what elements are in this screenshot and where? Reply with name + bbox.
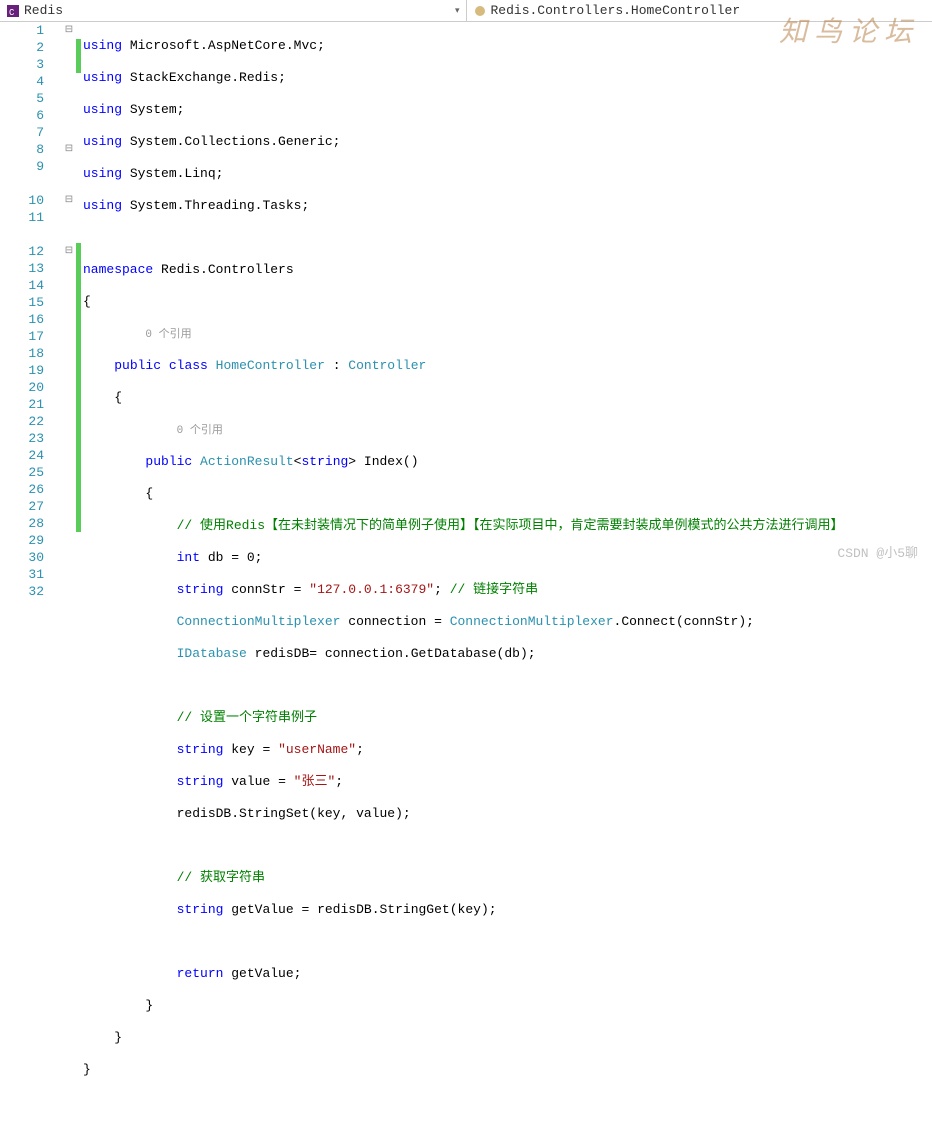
project-dropdown[interactable]: C Redis ▾ bbox=[0, 0, 467, 21]
class-dropdown[interactable]: Redis.Controllers.HomeController bbox=[467, 0, 932, 21]
navigation-bar: C Redis ▾ Redis.Controllers.HomeControll… bbox=[0, 0, 932, 22]
fold-gutter: ⊟ ⊟ ⊟ ⊟ bbox=[62, 22, 76, 567]
chevron-down-icon: ▾ bbox=[455, 6, 460, 16]
line-number-gutter: 1234567891011121314151617181920212223242… bbox=[0, 22, 62, 567]
code-editor[interactable]: 1234567891011121314151617181920212223242… bbox=[0, 22, 932, 567]
class-name: Redis.Controllers.HomeController bbox=[491, 3, 927, 18]
csharp-project-icon: C bbox=[6, 4, 20, 18]
fold-toggle[interactable]: ⊟ bbox=[62, 192, 76, 209]
class-icon bbox=[473, 4, 487, 18]
code-content[interactable]: using Microsoft.AspNetCore.Mvc; using St… bbox=[81, 22, 932, 567]
fold-toggle[interactable]: ⊟ bbox=[62, 243, 76, 260]
project-name: Redis bbox=[24, 3, 455, 18]
fold-toggle[interactable]: ⊟ bbox=[62, 141, 76, 158]
fold-toggle[interactable]: ⊟ bbox=[62, 22, 76, 39]
svg-text:C: C bbox=[9, 8, 15, 17]
references-label[interactable]: 0 个引用 bbox=[145, 329, 191, 341]
references-label[interactable]: 0 个引用 bbox=[177, 425, 223, 437]
